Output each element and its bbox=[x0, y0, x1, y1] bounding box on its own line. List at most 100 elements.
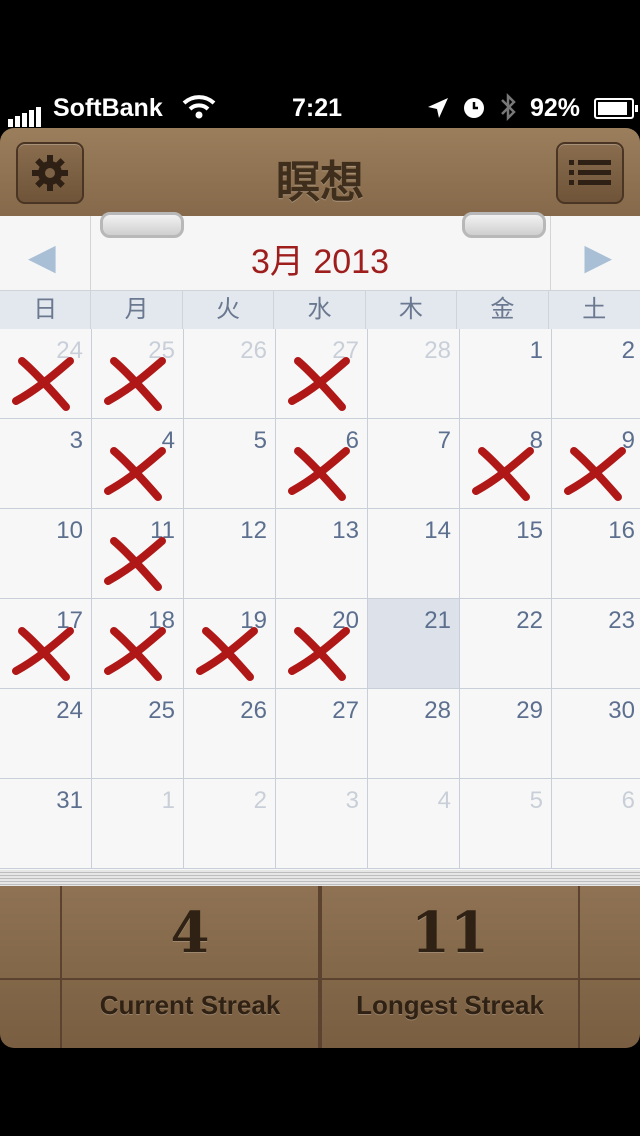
calendar-day[interactable]: 5 bbox=[460, 779, 552, 869]
calendar-day[interactable]: 16 bbox=[552, 509, 640, 599]
calendar-day[interactable]: 4 bbox=[92, 419, 184, 509]
alarm-clock-icon bbox=[462, 96, 486, 127]
signal-icon bbox=[8, 98, 43, 127]
calendar-day-today[interactable]: 21 bbox=[368, 599, 460, 689]
day-number: 16 bbox=[608, 517, 635, 544]
wifi-icon bbox=[182, 94, 216, 127]
day-number: 30 bbox=[608, 697, 635, 724]
calendar-day[interactable]: 28 bbox=[368, 689, 460, 779]
calendar-day[interactable]: 2 bbox=[184, 779, 276, 869]
page-stack-edge bbox=[0, 870, 640, 886]
day-number: 24 bbox=[56, 697, 83, 724]
weekday-header: 日月火水木金 土 bbox=[0, 290, 640, 330]
calendar-day[interactable]: 8 bbox=[460, 419, 552, 509]
calendar-day[interactable]: 24 bbox=[0, 329, 92, 419]
calendar-day[interactable]: 4 bbox=[368, 779, 460, 869]
page-title: 瞑想 bbox=[276, 157, 364, 208]
calendar-day[interactable]: 6 bbox=[276, 419, 368, 509]
current-streak: 4 Current Streak bbox=[60, 886, 320, 1048]
weekday-label: 火 bbox=[183, 291, 275, 329]
day-number: 7 bbox=[437, 427, 451, 454]
calendar-day[interactable]: 28 bbox=[368, 329, 460, 419]
calendar-day[interactable]: 24 bbox=[0, 689, 92, 779]
calendar-day[interactable]: 27 bbox=[276, 689, 368, 779]
calendar-day[interactable]: 25 bbox=[92, 689, 184, 779]
calendar-day[interactable]: 17 bbox=[0, 599, 92, 689]
completed-x-mark-icon bbox=[472, 447, 534, 501]
longest-streak-label: Longest Streak bbox=[356, 990, 544, 1020]
prev-month-button[interactable]: ◀ bbox=[28, 236, 56, 278]
day-number: 5 bbox=[529, 787, 543, 814]
calendar-day[interactable]: 26 bbox=[184, 689, 276, 779]
calendar: ◀ 3月 2013 ▶ 日月火水木金土 24 25 26 27 28 1 2 3 4 5 6 7 8 9 1… bbox=[0, 212, 640, 870]
calendar-day[interactable]: 29 bbox=[460, 689, 552, 779]
calendar-day[interactable]: 25 bbox=[92, 329, 184, 419]
completed-x-mark-icon bbox=[104, 537, 166, 591]
day-number: 14 bbox=[424, 517, 451, 544]
calendar-day[interactable]: 3 bbox=[276, 779, 368, 869]
list-icon bbox=[569, 160, 611, 185]
calendar-day[interactable]: 10 bbox=[0, 509, 92, 599]
calendar-day[interactable]: 12 bbox=[184, 509, 276, 599]
list-button[interactable] bbox=[556, 142, 624, 204]
clock-time: 7:21 bbox=[292, 94, 343, 122]
app-header: 瞑想 bbox=[0, 128, 640, 218]
completed-x-mark-icon bbox=[104, 627, 166, 681]
completed-x-mark-icon bbox=[288, 627, 350, 681]
calendar-day[interactable]: 7 bbox=[368, 419, 460, 509]
weekday-label: 水 bbox=[274, 291, 366, 329]
calendar-day[interactable]: 30 bbox=[552, 689, 640, 779]
calendar-day[interactable]: 1 bbox=[92, 779, 184, 869]
calendar-day[interactable]: 5 bbox=[184, 419, 276, 509]
calendar-day[interactable]: 2 bbox=[552, 329, 640, 419]
status-bar: SoftBank 7:21 92% bbox=[0, 88, 640, 128]
completed-x-mark-icon bbox=[12, 627, 74, 681]
weekday-label: 土 bbox=[582, 296, 607, 323]
calendar-day[interactable]: 23 bbox=[552, 599, 640, 689]
calendar-day[interactable]: 31 bbox=[0, 779, 92, 869]
completed-x-mark-icon bbox=[288, 357, 350, 411]
day-number: 22 bbox=[516, 607, 543, 634]
calendar-day[interactable]: 3 bbox=[0, 419, 92, 509]
calendar-day[interactable]: 20 bbox=[276, 599, 368, 689]
completed-x-mark-icon bbox=[104, 357, 166, 411]
calendar-day[interactable]: 11 bbox=[92, 509, 184, 599]
current-streak-label: Current Streak bbox=[99, 990, 281, 1020]
calendar-day[interactable]: 19 bbox=[184, 599, 276, 689]
day-number: 23 bbox=[608, 607, 635, 634]
weekday-label: 木 bbox=[366, 291, 458, 329]
day-number: 25 bbox=[148, 697, 175, 724]
next-month-button[interactable]: ▶ bbox=[584, 236, 612, 278]
bluetooth-icon bbox=[498, 92, 518, 129]
calendar-day[interactable]: 22 bbox=[460, 599, 552, 689]
day-number: 4 bbox=[437, 787, 451, 814]
calendar-day[interactable]: 6 bbox=[552, 779, 640, 869]
day-number: 31 bbox=[56, 787, 83, 814]
completed-x-mark-icon bbox=[196, 627, 258, 681]
day-number: 26 bbox=[240, 337, 267, 364]
day-number: 28 bbox=[424, 697, 451, 724]
day-number: 15 bbox=[516, 517, 543, 544]
weekday-label: 金 bbox=[457, 291, 549, 329]
streak-panel: 4 Current Streak 11 Longest Streak bbox=[0, 886, 640, 1048]
calendar-day[interactable]: 9 bbox=[552, 419, 640, 509]
day-number: 3 bbox=[345, 787, 359, 814]
calendar-day[interactable]: 27 bbox=[276, 329, 368, 419]
month-bar: ◀ 3月 2013 ▶ bbox=[0, 212, 640, 290]
day-number: 5 bbox=[253, 427, 267, 454]
calendar-day[interactable]: 1 bbox=[460, 329, 552, 419]
calendar-day[interactable]: 13 bbox=[276, 509, 368, 599]
calendar-day[interactable]: 15 bbox=[460, 509, 552, 599]
calendar-day[interactable]: 18 bbox=[92, 599, 184, 689]
calendar-day[interactable]: 14 bbox=[368, 509, 460, 599]
day-number: 27 bbox=[332, 697, 359, 724]
day-number: 2 bbox=[253, 787, 267, 814]
completed-x-mark-icon bbox=[564, 447, 626, 501]
completed-x-mark-icon bbox=[288, 447, 350, 501]
longest-streak: 11 Longest Streak bbox=[320, 886, 580, 1048]
weekday-label: 日 bbox=[0, 291, 92, 329]
location-arrow-icon bbox=[426, 96, 450, 127]
day-number: 6 bbox=[621, 787, 635, 814]
day-number: 2 bbox=[621, 337, 635, 364]
calendar-day[interactable]: 26 bbox=[184, 329, 276, 419]
